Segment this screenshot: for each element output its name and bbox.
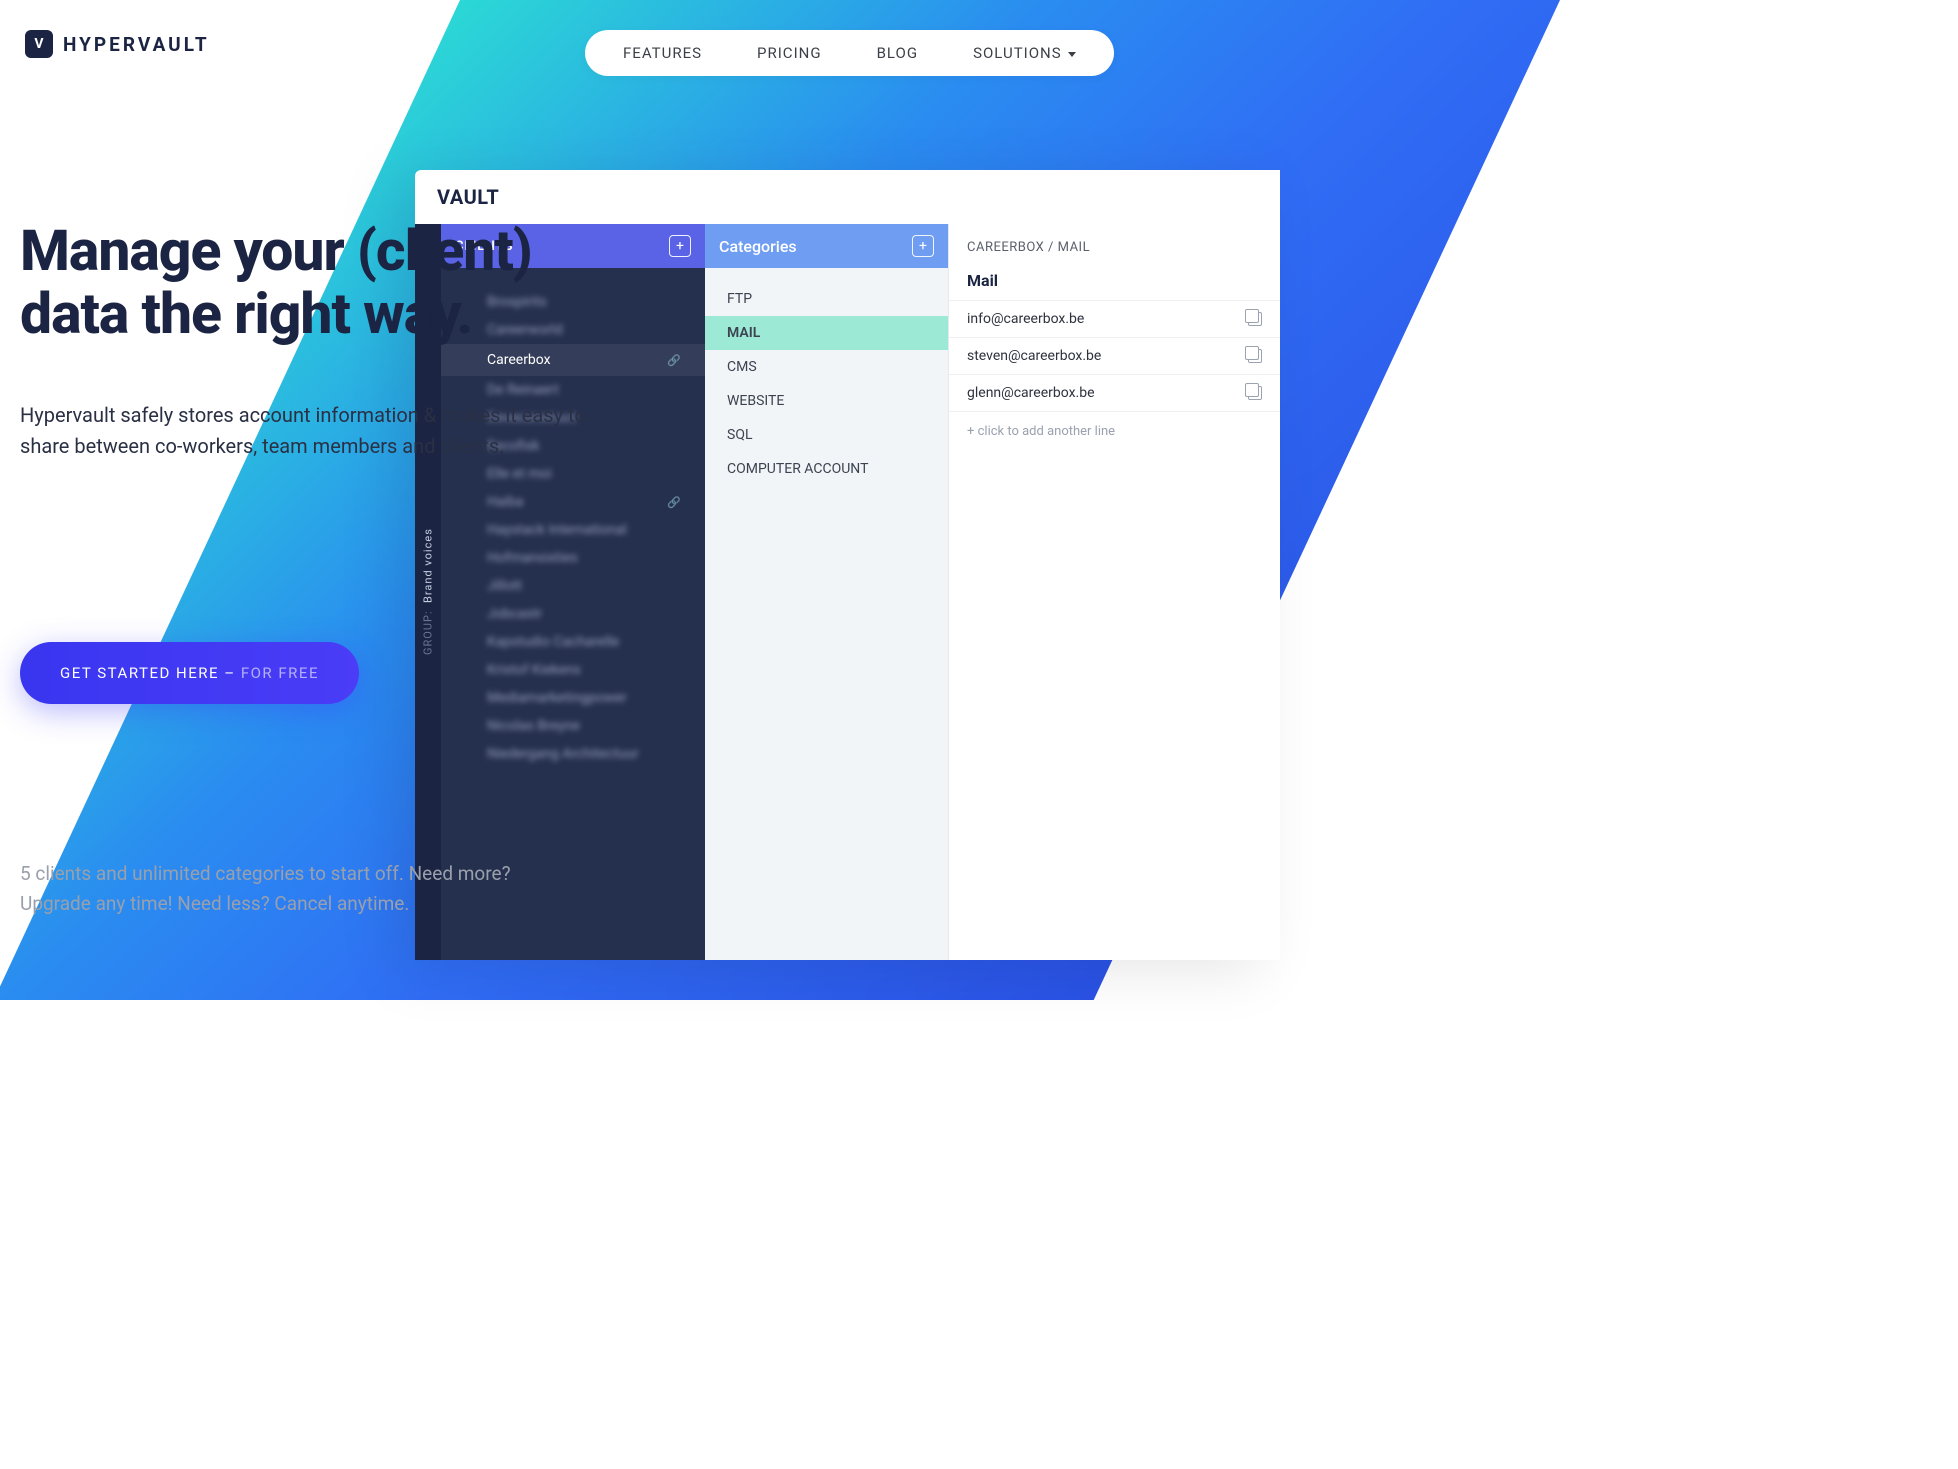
hero-subtitle: Hypervault safely stores account informa…	[20, 400, 590, 462]
categories-header: Categories +	[705, 224, 948, 268]
category-item[interactable]: FTP	[705, 282, 948, 316]
brand-logo[interactable]: V HYPERVAULT	[25, 30, 210, 58]
hero-note-line1: 5 clients and unlimited categories to st…	[20, 862, 511, 885]
get-started-button[interactable]: GET STARTED HERE – FOR FREE	[20, 642, 359, 704]
category-item[interactable]: WEBSITE	[705, 384, 948, 418]
hero-section: Manage your (client) data the right way.…	[20, 220, 590, 918]
cta-main-text: GET STARTED HERE –	[60, 664, 241, 682]
copy-icon[interactable]	[1248, 386, 1262, 400]
category-list: FTPMAILCMSWEBSITESQLCOMPUTER ACCOUNT	[705, 268, 948, 500]
hero-note-line2: Upgrade any time! Need less? Cancel anyt…	[20, 892, 409, 915]
main-nav: FEATURES PRICING BLOG SOLUTIONS	[585, 30, 1114, 76]
category-item[interactable]: MAIL	[705, 316, 948, 350]
app-title: VAULT	[415, 170, 1280, 224]
mail-row[interactable]: glenn@careerbox.be	[949, 374, 1280, 412]
mail-row[interactable]: steven@careerbox.be	[949, 337, 1280, 374]
copy-icon[interactable]	[1248, 312, 1262, 326]
copy-icon[interactable]	[1248, 349, 1262, 363]
mail-row[interactable]: info@careerbox.be	[949, 300, 1280, 337]
hero-note: 5 clients and unlimited categories to st…	[20, 859, 590, 918]
hero-title: Manage your (client) data the right way.	[20, 220, 590, 345]
hero-title-line2: data the right way.	[20, 280, 472, 347]
detail-panel: CAREERBOX / MAIL Mail info@careerbox.be s…	[949, 224, 1280, 960]
mail-address: glenn@careerbox.be	[967, 385, 1095, 401]
link-icon: 🔗	[667, 354, 681, 367]
detail-heading: Mail	[949, 259, 1280, 300]
nav-solutions[interactable]: SOLUTIONS	[973, 44, 1076, 62]
add-line-button[interactable]: + click to add another line	[949, 412, 1280, 451]
add-category-button[interactable]: +	[912, 235, 934, 257]
cta-faded-text: FOR FREE	[241, 664, 319, 682]
categories-header-label: Categories	[719, 237, 797, 256]
mail-list: info@careerbox.be steven@careerbox.be glen…	[949, 300, 1280, 412]
category-item[interactable]: COMPUTER ACCOUNT	[705, 452, 948, 486]
category-item[interactable]: CMS	[705, 350, 948, 384]
add-client-button[interactable]: +	[669, 235, 691, 257]
mail-address: steven@careerbox.be	[967, 348, 1101, 364]
brand-name: HYPERVAULT	[63, 33, 210, 56]
category-item[interactable]: SQL	[705, 418, 948, 452]
logo-mark-icon: V	[25, 30, 53, 58]
nav-solutions-label: SOLUTIONS	[973, 44, 1062, 62]
detail-breadcrumb: CAREERBOX / MAIL	[949, 224, 1280, 259]
nav-blog[interactable]: BLOG	[877, 44, 919, 62]
link-icon: 🔗	[667, 496, 681, 509]
chevron-down-icon	[1068, 52, 1076, 57]
categories-panel: Categories + FTPMAILCMSWEBSITESQLCOMPUTE…	[705, 224, 949, 960]
nav-features[interactable]: FEATURES	[623, 44, 702, 62]
nav-pricing[interactable]: PRICING	[757, 44, 822, 62]
mail-address: info@careerbox.be	[967, 311, 1084, 327]
hero-title-line1: Manage your (client)	[20, 217, 532, 284]
